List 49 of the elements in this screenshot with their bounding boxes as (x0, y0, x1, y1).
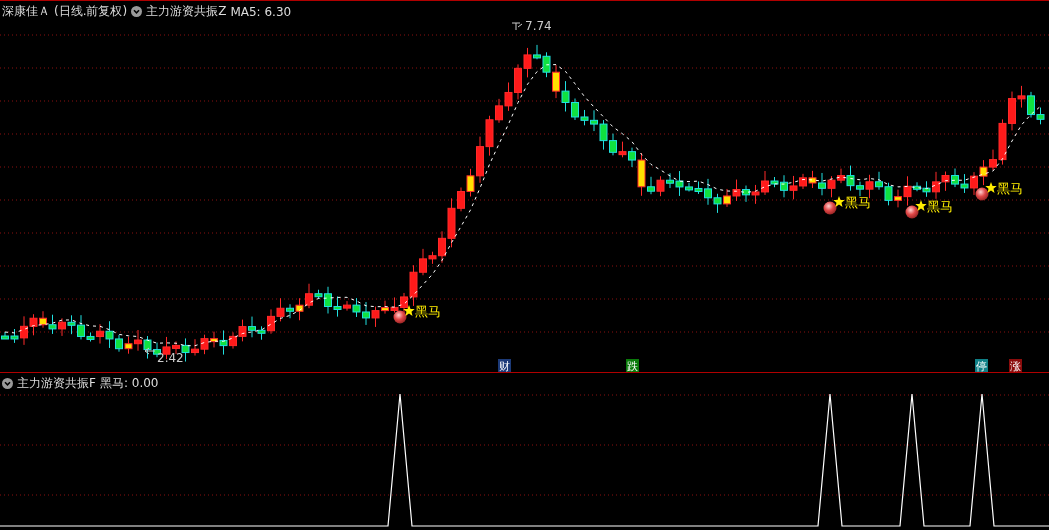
event-marker[interactable]: 财 (498, 359, 511, 372)
collapse-icon[interactable] (2, 378, 13, 389)
candlestick (713, 193, 722, 214)
candlestick (504, 81, 513, 112)
candlestick (48, 314, 57, 335)
candlestick (200, 334, 209, 355)
candlestick (751, 184, 760, 205)
candlestick (124, 336, 133, 355)
collapse-icon[interactable] (131, 6, 143, 17)
indicator-name: 主力游资共振Z (146, 3, 227, 20)
candlestick (732, 179, 741, 202)
signal-label: 黑马 (927, 199, 953, 214)
indicator-value: 黑马: 0.00 (99, 375, 159, 392)
ball-icon (393, 310, 407, 324)
low-price-label: 2.42 (157, 351, 184, 365)
candlestick (618, 141, 627, 158)
event-marker[interactable]: 跌 (626, 359, 639, 372)
event-marker[interactable]: 停 (975, 359, 988, 372)
candlestick (238, 319, 247, 342)
ball-icon (975, 187, 989, 201)
candlestick (941, 171, 950, 192)
candlestick (979, 159, 988, 186)
star-icon (403, 305, 415, 316)
candlestick (580, 109, 589, 126)
candlestick (67, 314, 76, 335)
candlestick (29, 313, 38, 336)
candlestick (599, 119, 608, 151)
candlestick (808, 170, 817, 189)
high-price-label: 7.74 (525, 19, 552, 33)
ma-value: MA5: 6.30 (230, 4, 292, 19)
candlestick (960, 173, 969, 194)
candlestick (390, 296, 399, 314)
star-icon (833, 196, 845, 207)
candlestick (656, 175, 665, 197)
signal-label: 黑马 (845, 195, 871, 210)
candlestick (561, 80, 570, 112)
stock-name: 深康佳Ａ (2, 3, 50, 20)
ball-icon (823, 201, 837, 215)
ball-icon (905, 205, 919, 219)
indicator-name: 主力游资共振F (17, 375, 96, 392)
high-marker-icon (511, 22, 523, 31)
candlestick (884, 182, 893, 206)
signal-label: 黑马 (415, 304, 441, 319)
chart-period: (日线.前复权) (54, 3, 128, 20)
signal-label: 黑马 (997, 181, 1023, 196)
event-marker[interactable]: 涨 (1009, 359, 1022, 372)
star-icon (915, 200, 927, 211)
star-icon (985, 182, 997, 193)
leader-line (144, 347, 156, 355)
